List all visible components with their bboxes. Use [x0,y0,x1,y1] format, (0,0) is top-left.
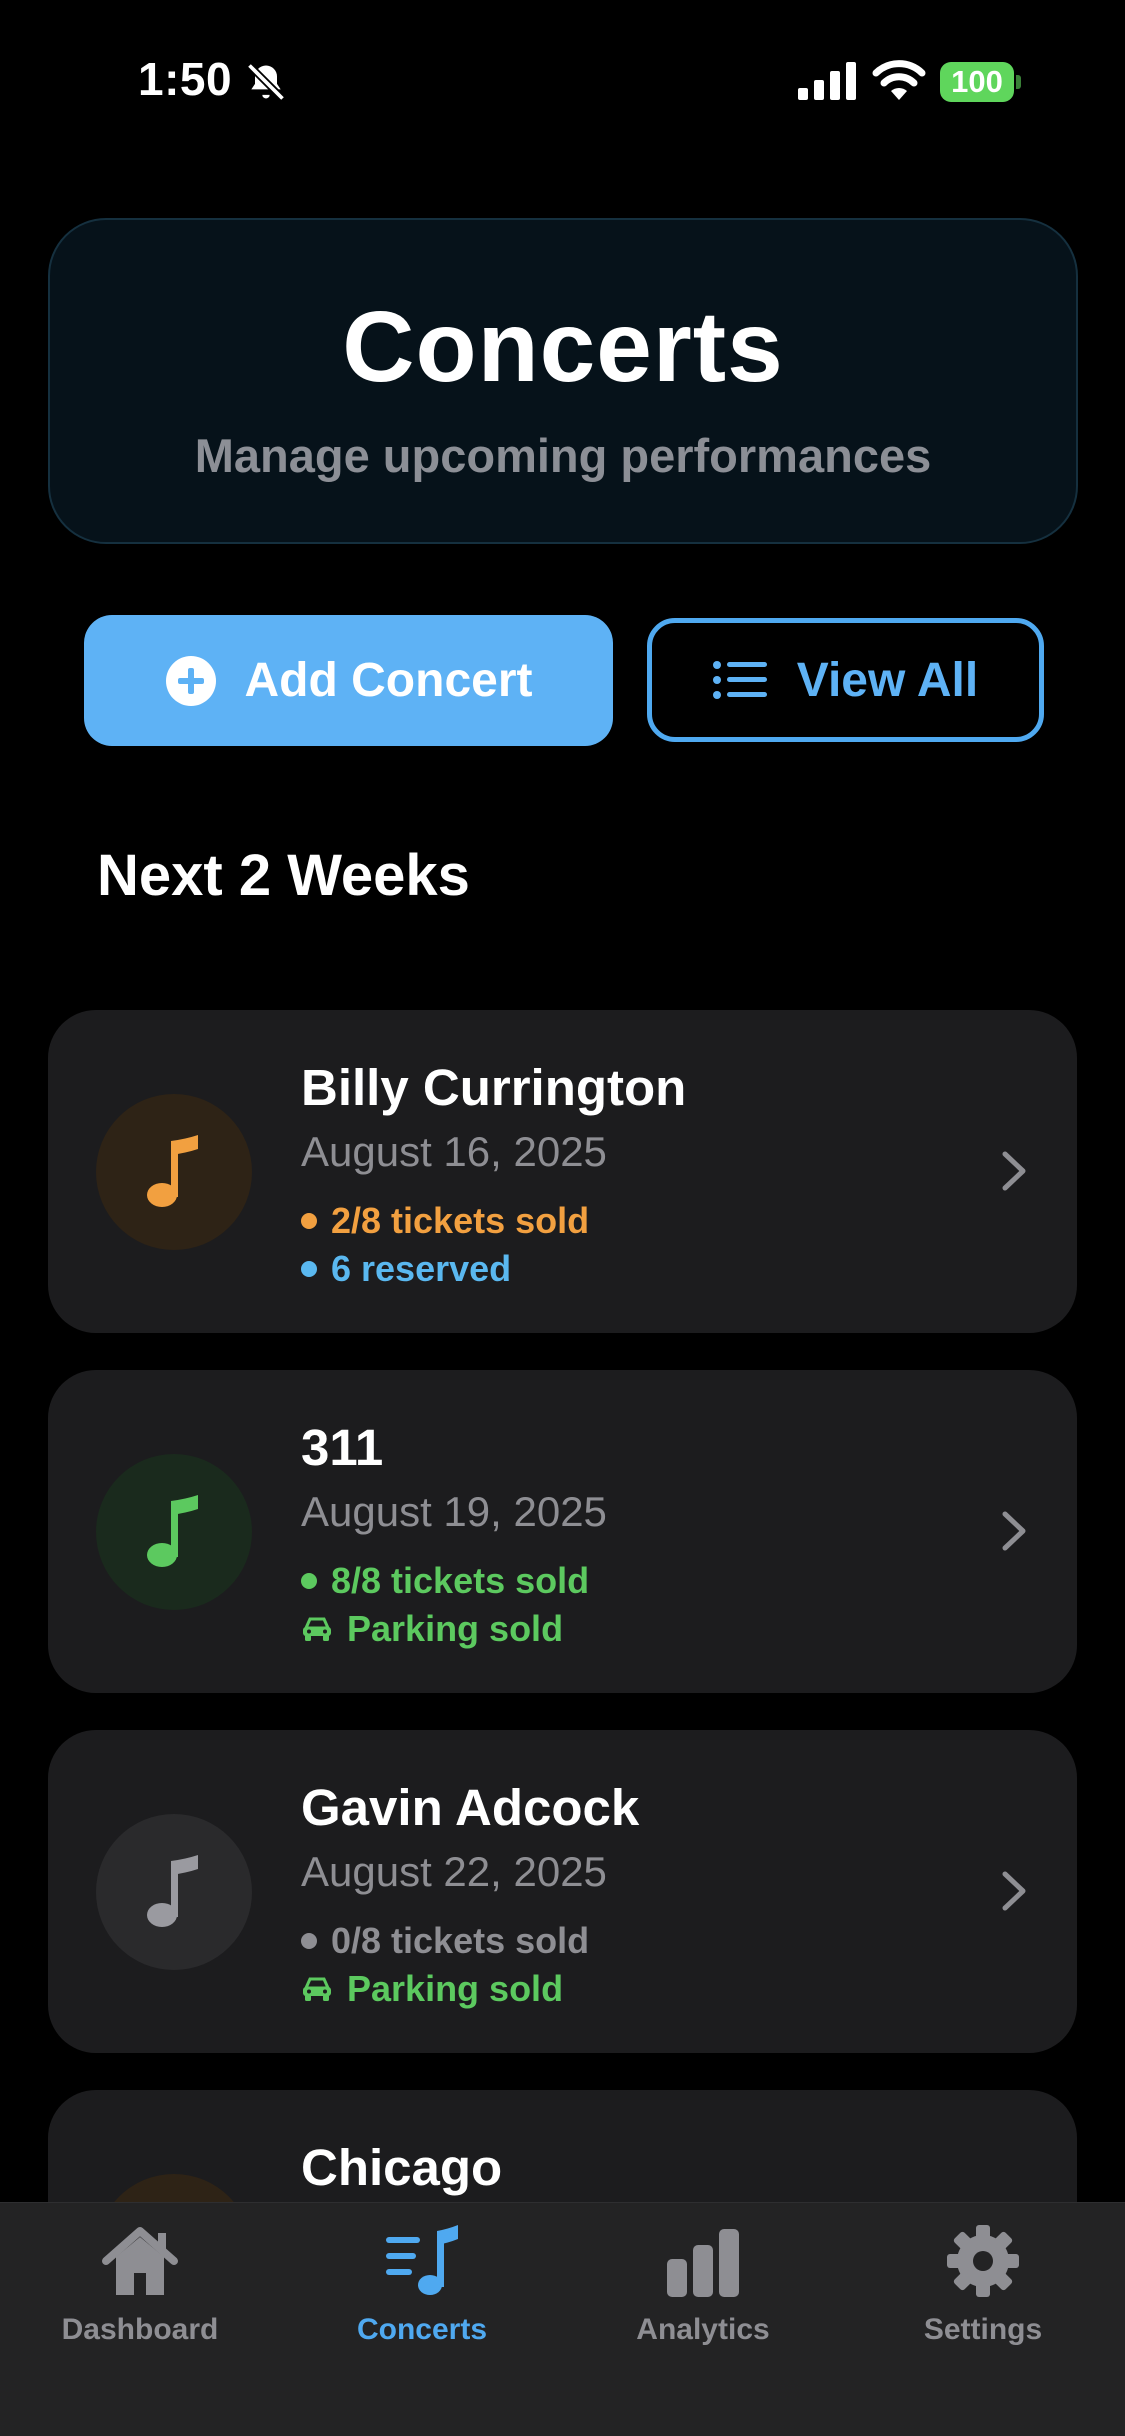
tab-bar: Dashboard Concerts Analytics Settings [0,2202,1125,2436]
concert-name: Gavin Adcock [301,1779,640,1836]
bell-off-icon [246,62,286,102]
status-time: 1:50 [138,53,233,105]
status-dot [301,1933,317,1949]
tab-dashboard[interactable]: Dashboard [20,2223,260,2347]
tickets-sold: 0/8 tickets sold [331,1920,590,1961]
gear-icon [947,2225,1019,2297]
add-concert-button[interactable]: Add Concert [84,615,613,746]
parking-status: Parking sold [301,1608,563,1650]
tab-settings[interactable]: Settings [863,2223,1103,2347]
parking-label: Parking sold [347,1608,564,1649]
tab-concerts[interactable]: Concerts [302,2223,542,2347]
parking-status: Parking sold [301,1968,563,2010]
status-dot [301,1213,317,1229]
concert-card[interactable]: Billy Currington August 16, 2025 2/8 tic… [48,1010,1077,1333]
view-all-button[interactable]: View All [647,618,1044,742]
car-icon [303,1977,331,2001]
add-concert-label: Add Concert [244,654,533,707]
tab-label: Analytics [636,2313,770,2346]
view-all-label: View All [796,653,979,707]
bar-chart-icon [667,2229,739,2297]
music-note-icon [147,1495,198,1567]
chevron-right-icon [1002,1151,1026,1191]
reserved-status: 6 reserved [301,1248,511,1290]
concert-card[interactable]: 311 August 19, 2025 8/8 tickets sold Par… [48,1370,1077,1693]
page-subtitle: Manage upcoming performances [194,429,932,482]
battery-level: 100 [951,64,1003,99]
tab-label: Settings [923,2313,1043,2346]
music-note-icon [147,1855,198,1927]
chevron-right-icon [1002,1511,1026,1551]
plus-circle-icon [165,655,216,706]
ticket-status: 0/8 tickets sold [301,1920,589,1962]
concert-name: 311 [301,1419,384,1476]
reserved-count: 6 reserved [331,1248,512,1289]
concert-name: Chicago [301,2139,503,2196]
concert-avatar [96,1814,252,1970]
concert-date: August 19, 2025 [301,1488,607,1535]
ticket-status: 2/8 tickets sold [301,1200,589,1242]
status-bar: 1:50 100 [0,0,1125,150]
status-dot [301,1573,317,1589]
car-icon [303,1617,331,1641]
tab-label: Dashboard [61,2313,219,2346]
battery-indicator: 100 [940,62,1022,102]
concert-name: Billy Currington [301,1059,687,1116]
tickets-sold: 2/8 tickets sold [331,1200,590,1241]
list-icon [712,661,767,699]
page-title: Concerts [342,291,784,403]
status-dot [301,1261,317,1277]
concert-date: August 16, 2025 [301,1128,607,1175]
music-list-icon [386,2225,458,2295]
wifi-icon [872,60,926,100]
cellular-signal-icon [798,62,856,100]
tab-analytics[interactable]: Analytics [583,2223,823,2347]
concert-avatar [96,1454,252,1610]
tab-label: Concerts [356,2313,488,2346]
ticket-status: 8/8 tickets sold [301,1560,589,1602]
section-title: Next 2 Weeks [97,843,470,908]
tickets-sold: 8/8 tickets sold [331,1560,590,1601]
concert-card[interactable]: Gavin Adcock August 22, 2025 0/8 tickets… [48,1730,1077,2053]
header-card: Concerts Manage upcoming performances [48,218,1078,544]
parking-label: Parking sold [347,1968,564,2009]
music-note-icon [147,1135,198,1207]
concert-date: August 22, 2025 [301,1848,607,1895]
house-icon [102,2227,178,2295]
chevron-right-icon [1002,1871,1026,1911]
concert-avatar [96,1094,252,1250]
